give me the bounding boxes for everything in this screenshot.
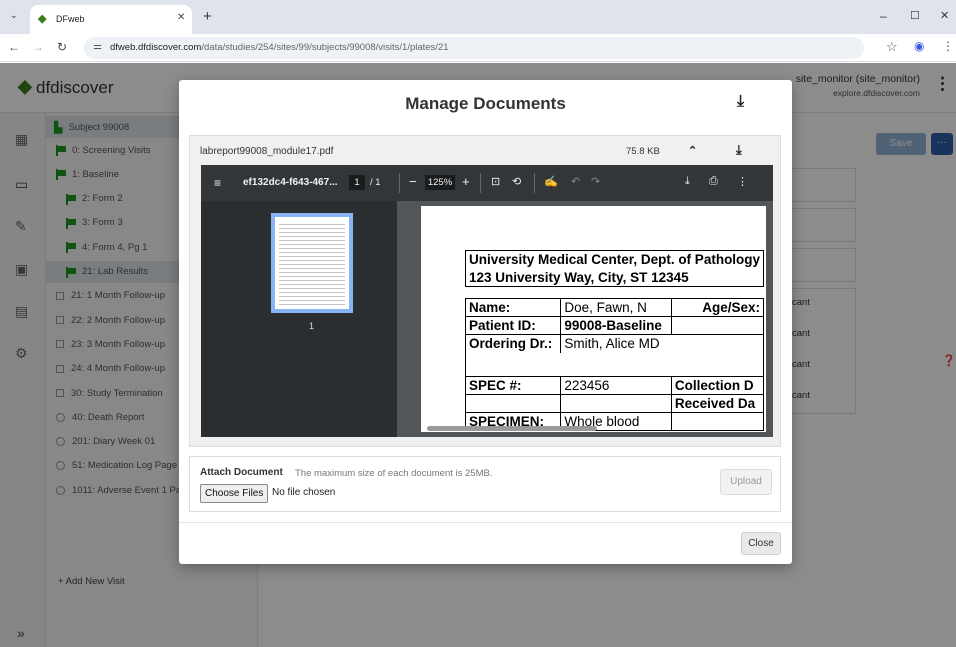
- zoom-out-icon[interactable]: −: [409, 174, 417, 189]
- url-path: /data/studies/254/sites/99/subjects/9900…: [201, 42, 449, 53]
- spec-label: SPEC #:: [464, 376, 562, 395]
- name-label: Name:: [464, 298, 562, 317]
- pdf-viewer: ≡ ef132dc4-f643-467... 1 / 1 − 125% + ⊡ …: [201, 165, 773, 437]
- forward-icon[interactable]: →: [32, 40, 44, 54]
- thumbnail-sidebar: 1: [201, 201, 397, 437]
- pdf-doc-title: ef132dc4-f643-467...: [243, 177, 338, 188]
- browser-tab-bar: ⌄ ◆ DFweb ✕ + – ☐ ✕: [0, 0, 956, 34]
- file-name: labreport99008_module17.pdf: [200, 146, 334, 157]
- pdf-toolbar: ≡ ef132dc4-f643-467... 1 / 1 − 125% + ⊡ …: [201, 165, 773, 201]
- window-close-button[interactable]: ✕: [940, 9, 949, 22]
- page-number-input[interactable]: 1: [349, 175, 365, 190]
- new-tab-button[interactable]: +: [203, 8, 212, 25]
- download-icon[interactable]: ⤓: [736, 142, 742, 158]
- tab-close-icon[interactable]: ✕: [177, 12, 185, 23]
- pdf-download-icon[interactable]: ⤓: [685, 175, 690, 188]
- annotate-icon[interactable]: ✍: [544, 175, 558, 188]
- patient-id-label: Patient ID:: [464, 316, 562, 335]
- more-options-icon[interactable]: ⋮: [737, 175, 748, 188]
- no-file-chosen-text: No file chosen: [272, 487, 336, 498]
- lab-report-table: University Medical Center, Dept. of Path…: [464, 250, 765, 431]
- report-address: 123 University Way, City, ST 12345: [464, 268, 765, 287]
- back-icon[interactable]: ←: [8, 40, 20, 54]
- close-button[interactable]: Close: [741, 532, 781, 555]
- thumbnail-page-number: 1: [309, 321, 315, 331]
- rotate-icon[interactable]: ⟲: [512, 175, 521, 188]
- attach-note: The maximum size of each document is 25M…: [295, 468, 493, 479]
- file-size: 75.8 KB: [626, 146, 660, 157]
- dialog-title: Manage Documents: [405, 94, 566, 113]
- redo-icon[interactable]: ↷: [591, 175, 600, 188]
- url-field[interactable]: ⚌ dfweb.dfdiscover.com/data/studies/254/…: [84, 37, 864, 59]
- site-info-icon[interactable]: ⚌: [93, 41, 102, 52]
- bookmark-star-icon[interactable]: ☆: [886, 39, 898, 55]
- ordering-dr-value: Smith, Alice MD: [560, 334, 765, 353]
- undo-icon[interactable]: ↶: [571, 175, 580, 188]
- minimize-button[interactable]: –: [880, 9, 887, 23]
- name-value: Doe, Fawn, N: [560, 298, 672, 317]
- browser-menu-icon[interactable]: ⋮: [942, 39, 954, 53]
- attach-label: Attach Document: [200, 467, 283, 478]
- dfweb-favicon-icon: ◆: [38, 13, 47, 25]
- ordering-dr-label: Ordering Dr.:: [464, 334, 562, 353]
- tab-title: DFweb: [56, 14, 85, 24]
- maximize-button[interactable]: ☐: [910, 9, 920, 22]
- attach-document-panel: Attach Document The maximum size of each…: [189, 456, 781, 512]
- address-bar: ← → ↻ ⚌ dfweb.dfdiscover.com/data/studie…: [0, 34, 956, 62]
- browser-tab[interactable]: ◆ DFweb ✕: [30, 5, 192, 34]
- print-icon[interactable]: ⎙: [709, 175, 718, 188]
- patient-id-value: 99008-Baseline: [560, 316, 672, 335]
- agesex-label: Age/Sex:: [670, 298, 765, 317]
- zoom-level-field[interactable]: 125%: [425, 175, 455, 190]
- report-org: University Medical Center, Dept. of Path…: [464, 250, 765, 269]
- manage-documents-dialog: Manage Documents ⤓ labreport99008_module…: [179, 80, 792, 564]
- received-label: Received Da: [670, 394, 765, 413]
- collapse-chevron-up-icon[interactable]: ⌃: [688, 144, 697, 157]
- spec-value: 223456: [560, 376, 672, 395]
- document-card: labreport99008_module17.pdf 75.8 KB ⌃ ⤓ …: [189, 135, 781, 447]
- fit-page-icon[interactable]: ⊡: [491, 175, 500, 188]
- upload-button[interactable]: Upload: [720, 469, 772, 495]
- profile-icon[interactable]: ◉: [914, 39, 924, 53]
- choose-files-button[interactable]: Choose Files: [200, 484, 269, 503]
- page-thumbnail[interactable]: [271, 213, 353, 313]
- url-domain: dfweb.dfdiscover.com: [110, 42, 202, 53]
- page-total: / 1: [370, 177, 381, 188]
- reload-icon[interactable]: ↻: [57, 40, 67, 54]
- collection-label: Collection D: [670, 376, 765, 395]
- zoom-in-icon[interactable]: +: [462, 174, 470, 189]
- tab-list-button[interactable]: ⌄: [10, 10, 18, 21]
- sidebar-menu-icon[interactable]: ≡: [214, 176, 221, 190]
- download-all-icon[interactable]: ⤓: [737, 93, 744, 111]
- horizontal-scrollbar[interactable]: [427, 426, 597, 431]
- pdf-page: University Medical Center, Dept. of Path…: [421, 206, 766, 432]
